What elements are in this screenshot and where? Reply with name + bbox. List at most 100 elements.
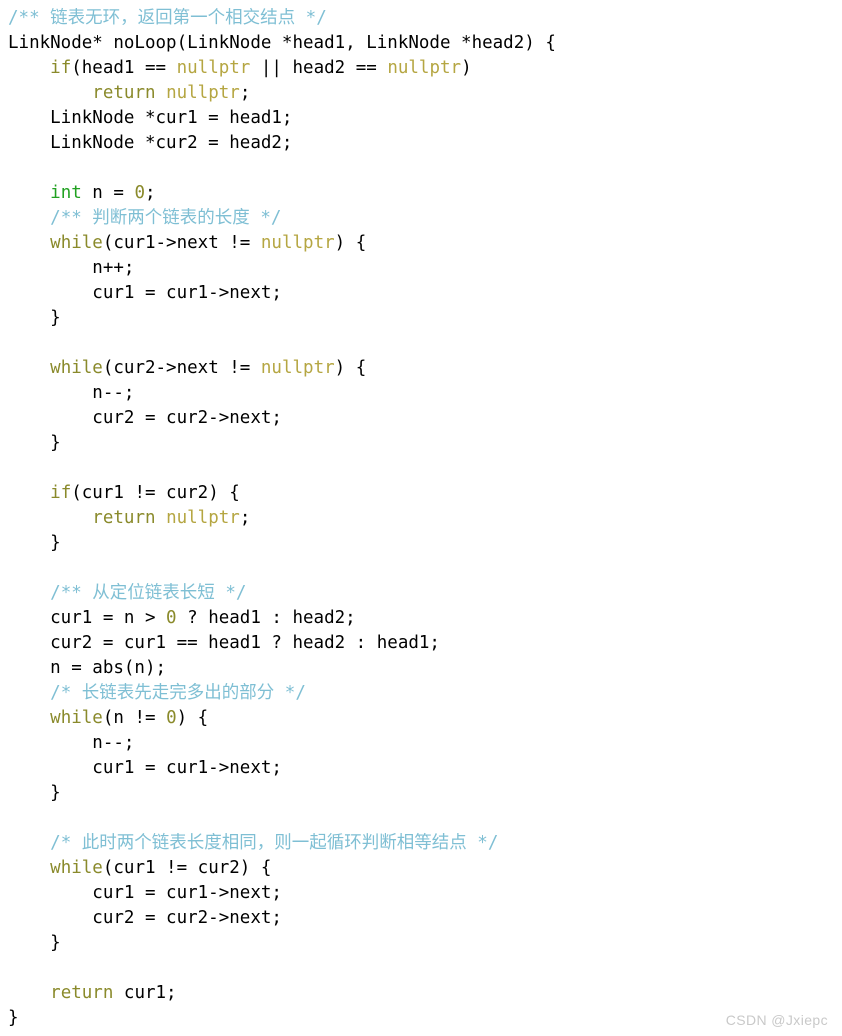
code-token: cur2 = cur2->next;	[8, 408, 282, 428]
code-token: nullptr	[176, 58, 251, 78]
code-line: return cur1;	[0, 981, 842, 1006]
code-token: )	[461, 58, 472, 78]
code-token: cur2 = cur1 == head1 ? head2 : head1;	[8, 633, 440, 653]
code-token: LinkNode *cur2 = head2;	[8, 133, 293, 153]
code-token: }	[8, 933, 61, 953]
code-token: while	[50, 233, 103, 253]
code-token: (cur1 != cur2) {	[71, 483, 240, 503]
code-line: if(cur1 != cur2) {	[0, 481, 842, 506]
code-line: LinkNode *cur1 = head1;	[0, 106, 842, 131]
code-token: n = abs(n);	[8, 658, 167, 678]
code-token: n =	[81, 183, 135, 203]
code-token: }	[8, 783, 61, 803]
code-token: cur2 = cur2->next;	[8, 908, 282, 928]
code-token: cur1 = n >	[8, 608, 167, 628]
code-token: (n !=	[102, 708, 167, 728]
code-token: /* 此时两个链表长度相同，则一起循环判断相等结点 */	[50, 833, 499, 853]
code-line: /** 链表无环，返回第一个相交结点 */	[0, 6, 842, 31]
code-line: LinkNode* noLoop(LinkNode *head1, LinkNo…	[0, 31, 842, 56]
code-token: ? head1 : head2;	[176, 608, 356, 628]
code-line: cur1 = cur1->next;	[0, 881, 842, 906]
code-token: /* 长链表先走完多出的部分 */	[50, 683, 306, 703]
code-line: cur1 = cur1->next;	[0, 281, 842, 306]
code-token: return	[92, 508, 156, 528]
code-line: cur1 = n > 0 ? head1 : head2;	[0, 606, 842, 631]
code-token: nullptr	[387, 58, 462, 78]
code-line: }	[0, 1006, 842, 1031]
code-line: n++;	[0, 256, 842, 281]
code-token: nullptr	[260, 358, 335, 378]
code-line: }	[0, 781, 842, 806]
code-token: 0	[166, 708, 177, 728]
code-token: ) {	[334, 233, 367, 253]
code-token: cur1 = cur1->next;	[8, 283, 282, 303]
code-token: (cur1->next !=	[102, 233, 261, 253]
code-line: cur2 = cur1 == head1 ? head2 : head1;	[0, 631, 842, 656]
code-token: || head2 ==	[250, 58, 388, 78]
code-line: while(n != 0) {	[0, 706, 842, 731]
code-token: (cur2->next !=	[102, 358, 261, 378]
code-line: LinkNode *cur2 = head2;	[0, 131, 842, 156]
code-token: return	[50, 983, 114, 1003]
code-token: ) {	[334, 358, 367, 378]
code-token: cur1 = cur1->next;	[8, 883, 282, 903]
code-token: LinkNode* noLoop(LinkNode *head1, LinkNo…	[8, 33, 556, 53]
code-line: n = abs(n);	[0, 656, 842, 681]
code-line: n--;	[0, 381, 842, 406]
code-token: return	[92, 83, 156, 103]
code-token: ;	[239, 83, 251, 103]
code-line: return nullptr;	[0, 506, 842, 531]
code-token: while	[50, 358, 103, 378]
code-token: while	[50, 858, 103, 878]
code-token: nullptr	[166, 508, 240, 528]
code-token: }	[8, 433, 61, 453]
code-token: (head1 ==	[71, 58, 177, 78]
code-token: n++;	[8, 258, 135, 278]
code-token: while	[50, 708, 103, 728]
code-token: cur1 = cur1->next;	[8, 758, 282, 778]
code-token: n--;	[8, 733, 135, 753]
code-token: /** 从定位链表长短 */	[50, 583, 247, 603]
code-line: cur2 = cur2->next;	[0, 406, 842, 431]
code-token: LinkNode *cur1 = head1;	[8, 108, 293, 128]
code-line: cur1 = cur1->next;	[0, 756, 842, 781]
code-token: (cur1 != cur2) {	[102, 858, 272, 878]
code-line: if(head1 == nullptr || head2 == nullptr)	[0, 56, 842, 81]
code-token: /** 链表无环，返回第一个相交结点 */	[8, 8, 327, 28]
code-line: }	[0, 531, 842, 556]
code-token: ;	[145, 183, 156, 203]
code-line: /* 长链表先走完多出的部分 */	[0, 681, 842, 706]
code-line: while(cur1->next != nullptr) {	[0, 231, 842, 256]
code-token: }	[8, 533, 61, 553]
code-token: n--;	[8, 383, 135, 403]
code-token: nullptr	[260, 233, 335, 253]
csdn-watermark: CSDN @Jxiepc	[725, 1012, 828, 1028]
code-line: cur2 = cur2->next;	[0, 906, 842, 931]
code-token: if	[50, 483, 72, 503]
code-token: 0	[134, 183, 145, 203]
code-token: int	[50, 183, 82, 203]
code-line: /** 从定位链表长短 */	[0, 581, 842, 606]
code-token: cur1;	[113, 983, 177, 1003]
code-token: }	[8, 308, 61, 328]
